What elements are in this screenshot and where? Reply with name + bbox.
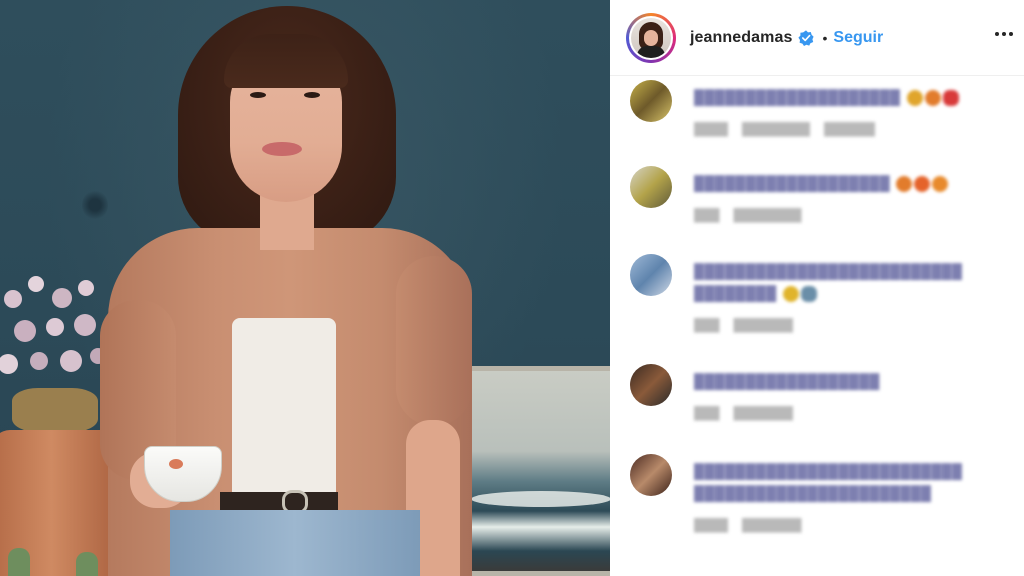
photo-painting	[466, 366, 610, 576]
comment-meta: ████ ████████ ██████	[694, 122, 876, 136]
separator-dot: •	[822, 29, 828, 46]
comment-text: ██████████████████████████ ████████	[694, 263, 963, 303]
post-header: jeannedamas • Seguir	[610, 0, 1024, 76]
comment-meta: ███████████	[694, 518, 802, 532]
comments-list[interactable]: ████████████████████ ████ ████████ ██████ …	[610, 78, 1024, 576]
comment-text: ████████████████████	[694, 86, 1014, 108]
photo-cactus	[8, 548, 30, 576]
profile-avatar[interactable]	[626, 12, 676, 63]
commenter-avatar[interactable]	[630, 80, 672, 122]
commenter-avatar[interactable]	[630, 254, 672, 296]
commenter-avatar[interactable]	[630, 166, 672, 208]
post-photo[interactable]	[0, 0, 610, 576]
post-sidebar: jeannedamas • Seguir ███████████████████…	[610, 0, 1024, 576]
comment-meta: ███████████	[694, 208, 802, 222]
comment-meta: ███ ███████	[694, 406, 794, 420]
comment-text: ███████████████████	[694, 172, 1014, 194]
verified-badge-icon	[798, 29, 815, 46]
comment-text: ██████████████████████████ █████████████…	[694, 463, 963, 501]
comment-text: ██████████████████	[694, 373, 880, 389]
commenter-avatar[interactable]	[630, 454, 672, 496]
photo-cactus	[76, 552, 98, 576]
comment-meta: ███ ███████	[694, 318, 794, 332]
username-link[interactable]: jeannedamas	[690, 29, 792, 47]
commenter-avatar[interactable]	[630, 364, 672, 406]
follow-button[interactable]: Seguir	[833, 29, 883, 47]
photo-woman	[100, 0, 480, 576]
more-options-icon[interactable]	[990, 24, 1018, 44]
